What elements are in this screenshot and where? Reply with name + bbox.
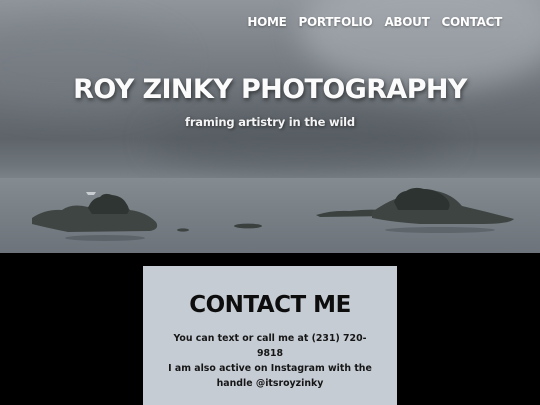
island-right-reflection [385, 227, 495, 233]
contact-instagram-text: I am also active on Instagram with the h… [168, 363, 372, 389]
island-left-reflection [65, 235, 145, 241]
site-title: ROY ZINKY PHOTOGRAPHY [73, 74, 467, 105]
boat [86, 192, 96, 195]
site-tagline: framing artistry in the wild [185, 115, 355, 129]
nav-portfolio-link[interactable]: PORTFOLIO [299, 15, 373, 29]
hero-banner: HOME PORTFOLIO ABOUT CONTACT ROY ZINKY P… [0, 0, 540, 253]
nav-contact-link[interactable]: CONTACT [442, 15, 503, 29]
contact-phone-text: You can text or call me at (231) 720-981… [173, 333, 367, 359]
nav-home-link[interactable]: HOME [247, 15, 286, 29]
small-rock [234, 223, 262, 229]
nav-about-link[interactable]: ABOUT [384, 15, 429, 29]
island-right-trees [394, 187, 450, 210]
main-nav: HOME PORTFOLIO ABOUT CONTACT [247, 15, 502, 29]
contact-heading: CONTACT ME [189, 292, 351, 318]
small-rock [177, 228, 189, 232]
island-left-trees [88, 193, 129, 214]
contact-card: CONTACT ME You can text or call me at (2… [143, 266, 397, 405]
